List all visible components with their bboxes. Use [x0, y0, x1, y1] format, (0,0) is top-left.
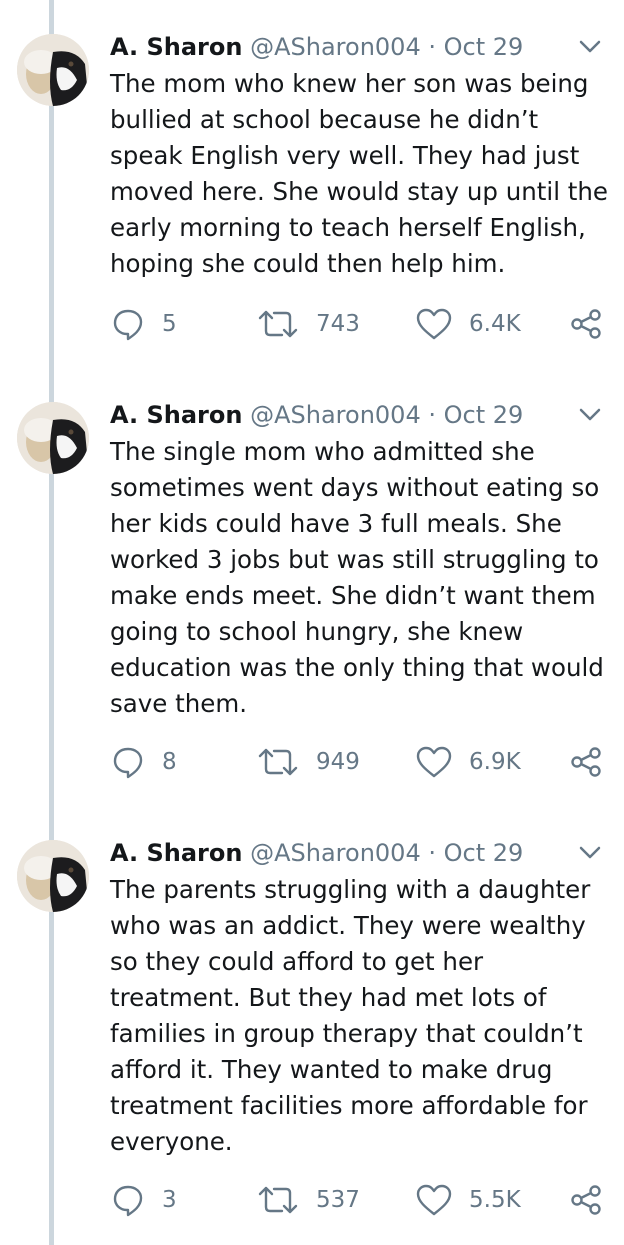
reply-icon: [110, 1182, 146, 1218]
heart-icon: [415, 306, 453, 342]
heart-icon: [415, 744, 453, 780]
share-button[interactable]: [568, 1180, 604, 1220]
separator-dot: ·: [428, 33, 437, 61]
retweet-button[interactable]: 743: [256, 304, 360, 344]
chevron-down-icon[interactable]: [575, 404, 605, 426]
tweet-actions: 5 743 6.4K: [0, 304, 624, 344]
tweet-text: The mom who knew her son was being bulli…: [110, 69, 609, 278]
like-button[interactable]: 6.9K: [415, 742, 521, 782]
reply-button[interactable]: 8: [110, 742, 177, 782]
avatar[interactable]: [17, 840, 89, 912]
reply-icon: [110, 744, 146, 780]
share-icon: [568, 306, 604, 342]
tweet-text: The parents struggling with a daughter w…: [110, 875, 591, 1156]
like-button[interactable]: 5.5K: [415, 1180, 521, 1220]
thread-connector-line: [49, 0, 54, 1245]
share-button[interactable]: [568, 304, 604, 344]
tweet-date[interactable]: Oct 29: [444, 33, 524, 61]
author-name[interactable]: A. Sharon: [110, 401, 242, 429]
like-button[interactable]: 6.4K: [415, 304, 521, 344]
author-handle[interactable]: @ASharon004: [250, 839, 421, 867]
reply-count: 5: [162, 311, 177, 337]
reply-button[interactable]: 3: [110, 1180, 177, 1220]
reply-icon: [110, 306, 146, 342]
separator-dot: ·: [428, 839, 437, 867]
tweet-actions: 8 949 6.9K: [0, 742, 624, 782]
chevron-down-icon[interactable]: [575, 36, 605, 58]
separator-dot: ·: [428, 401, 437, 429]
reply-count: 8: [162, 749, 177, 775]
avatar[interactable]: [17, 402, 89, 474]
tweet-header: A. Sharon @ASharon004 · Oct 29: [110, 30, 523, 64]
chevron-down-icon[interactable]: [575, 842, 605, 864]
retweet-button[interactable]: 949: [256, 742, 360, 782]
heart-icon: [415, 1182, 453, 1218]
retweet-button[interactable]: 537: [256, 1180, 360, 1220]
tweet-text: The single mom who admitted she sometime…: [110, 437, 604, 718]
retweet-icon: [256, 744, 300, 780]
retweet-count: 537: [316, 1187, 360, 1213]
tweet-date[interactable]: Oct 29: [444, 839, 524, 867]
retweet-count: 743: [316, 311, 360, 337]
tweet-header: A. Sharon @ASharon004 · Oct 29: [110, 836, 523, 870]
reply-count: 3: [162, 1187, 177, 1213]
retweet-icon: [256, 1182, 300, 1218]
share-icon: [568, 744, 604, 780]
share-icon: [568, 1182, 604, 1218]
author-name[interactable]: A. Sharon: [110, 33, 242, 61]
author-handle[interactable]: @ASharon004: [250, 33, 421, 61]
tweet-date[interactable]: Oct 29: [444, 401, 524, 429]
author-handle[interactable]: @ASharon004: [250, 401, 421, 429]
retweet-count: 949: [316, 749, 360, 775]
reply-button[interactable]: 5: [110, 304, 177, 344]
like-count: 5.5K: [469, 1187, 521, 1213]
author-name[interactable]: A. Sharon: [110, 839, 242, 867]
tweet-header: A. Sharon @ASharon004 · Oct 29: [110, 398, 523, 432]
retweet-icon: [256, 306, 300, 342]
avatar[interactable]: [17, 34, 89, 106]
share-button[interactable]: [568, 742, 604, 782]
like-count: 6.4K: [469, 311, 521, 337]
like-count: 6.9K: [469, 749, 521, 775]
tweet-actions: 3 537 5.5K: [0, 1180, 624, 1220]
